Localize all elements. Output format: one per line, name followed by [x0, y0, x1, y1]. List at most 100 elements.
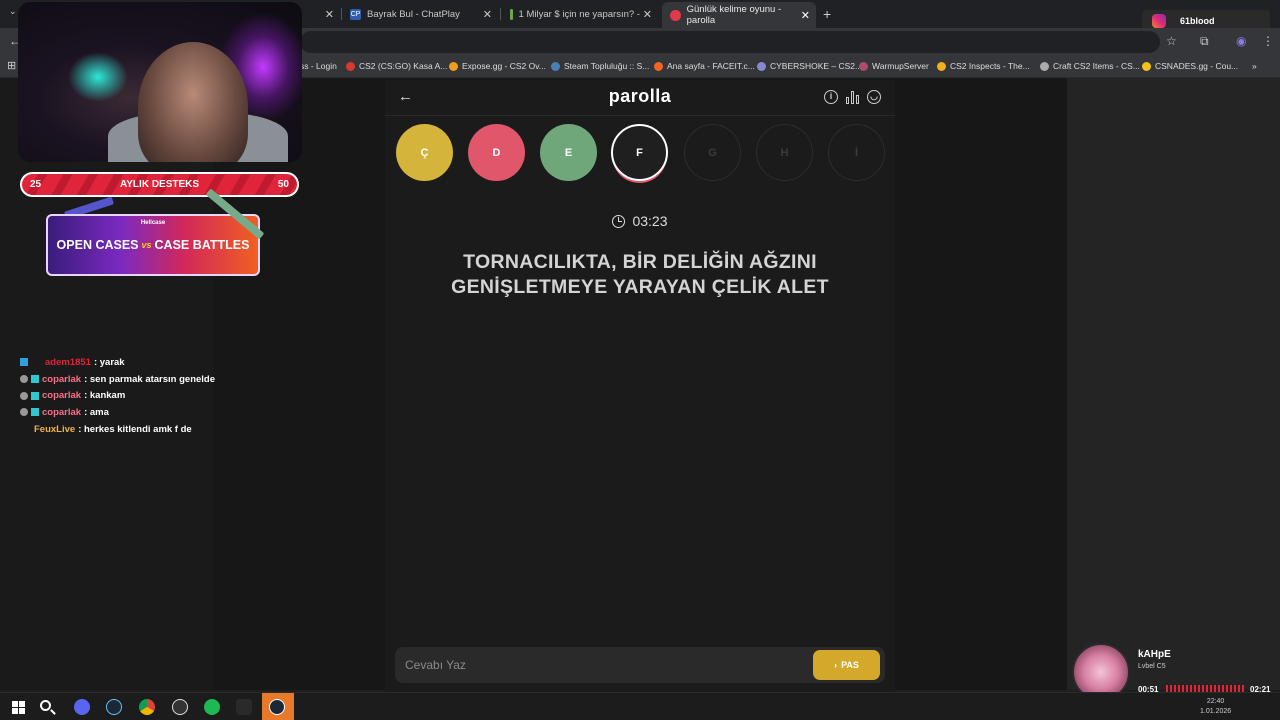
chat-message: adem1851 : yarak [20, 354, 300, 371]
letter-d: D [468, 124, 525, 181]
menu-icon[interactable]: ⋮ [1262, 34, 1274, 48]
steam-icon[interactable] [106, 699, 122, 715]
address-bar[interactable] [300, 31, 1160, 53]
bookmark-4[interactable]: Ana sayfa - FACEIT.c... [654, 61, 755, 71]
chat-message: coparlak : ama [20, 404, 300, 421]
chat-text: : yarak [93, 356, 125, 368]
more-bookmarks[interactable]: » [1252, 61, 1257, 71]
subscriber-badge-icon [31, 391, 39, 400]
search-icon[interactable] [40, 700, 51, 711]
spotify-icon[interactable] [204, 699, 220, 715]
discord-icon[interactable] [74, 699, 90, 715]
star-icon[interactable]: ☆ [1166, 34, 1177, 48]
letter-i-dotted: İ [828, 124, 885, 181]
steam-icon [551, 61, 560, 71]
ad-right-text: CASE BATTLES [154, 238, 250, 252]
apps-icon[interactable]: ⊞ [7, 59, 16, 72]
chat-user: coparlak [42, 373, 82, 385]
clock-icon [612, 214, 626, 228]
letter-e: E [540, 124, 597, 181]
bookmark-9[interactable]: CSNADES.gg - Cou... [1142, 61, 1238, 71]
chat-user: FeuxLive [34, 423, 76, 435]
clock-time: 22:40 [1206, 698, 1225, 705]
chat-user: coparlak [42, 390, 82, 402]
goal-bar: 25 AYLIK DESTEKS 50 [20, 172, 299, 197]
bookmark-2[interactable]: Expose.gg - CS2 Ov... [449, 61, 546, 71]
bookmark-1[interactable]: CS2 (CS:GO) Kasa A... [346, 61, 447, 71]
brand-title: parolla [608, 86, 672, 106]
system-clock[interactable]: 22:40 1.01.2026 [1200, 697, 1231, 717]
chat-text: : herkes kitlendi amk f de [78, 423, 192, 435]
bookmark-icon [1142, 61, 1151, 71]
steam-active-icon[interactable] [269, 699, 285, 715]
page-right-panel [1067, 78, 1280, 690]
chrome-icon[interactable] [139, 699, 155, 715]
chat-user: adem1851 [45, 356, 91, 368]
app-icon[interactable] [236, 699, 252, 715]
subscriber-badge-icon [20, 358, 28, 367]
taskbar: 22:40 1.01.2026 [0, 692, 1280, 720]
mod-badge-icon [20, 408, 28, 417]
subscriber-badge-icon [31, 408, 39, 417]
close-icon[interactable]: ✕ [639, 7, 652, 21]
hellcase-ad: Hellcase OPEN CASES vs CASE BATTLES [46, 214, 260, 276]
chat-text: : ama [84, 406, 109, 418]
app-header: ← parolla i ◡ [385, 80, 895, 116]
timer-value: 03:23 [632, 213, 668, 229]
chat-text: : sen parmak atarsın genelde [84, 373, 216, 385]
close-icon[interactable]: ✕ [483, 8, 492, 21]
extensions-icon[interactable]: ⧉ [1200, 34, 1209, 49]
answer-input[interactable] [395, 647, 805, 683]
windows-start-icon[interactable] [12, 701, 25, 714]
letter-c-cedilla: Ç [396, 124, 453, 181]
new-tab-button[interactable]: + [823, 6, 831, 22]
letter-h: H [756, 124, 813, 181]
screen: ⌄ ✕ CP Bayrak Bul - ChatPlay ✕ 1 Milyar … [0, 0, 1280, 720]
question-text: TORNACILIKTA, BİR DELİĞİN AĞZINI GENİŞLE… [451, 251, 829, 298]
bookmark-3[interactable]: Steam Topluluğu :: S... [551, 61, 649, 71]
bookmark-icon [757, 61, 766, 71]
tab-title: Bayrak Bul - ChatPlay [367, 8, 460, 20]
tab-parolla[interactable]: Günlük kelime oyunu - parolla ✕ [662, 2, 816, 28]
webcam-feed [18, 2, 302, 162]
tab-bayrak-bul[interactable]: CP Bayrak Bul - ChatPlay ✕ [342, 4, 498, 24]
chatplay-icon: CP [350, 8, 361, 20]
bookmark-8[interactable]: Craft CS2 Items - CS... [1040, 61, 1140, 71]
obs-icon[interactable] [172, 699, 188, 715]
profile-icon[interactable]: ◉ [1236, 34, 1246, 48]
mod-badge-icon [20, 391, 28, 400]
tab-0[interactable]: ✕ [300, 4, 340, 24]
tab-favicon-icon [510, 8, 513, 20]
chat-feed: adem1851 : yarak coparlak : sen parmak a… [20, 354, 300, 437]
pass-label: PAS [841, 660, 859, 670]
chat-message: coparlak : sen parmak atarsın genelde [20, 371, 300, 388]
subscriber-badge-icon [31, 375, 39, 384]
song-title: kAHpE [1138, 649, 1171, 660]
parolla-app: ← parolla i ◡ Ç D E F G H İ 03:23 TORNAC… [385, 80, 895, 692]
bookmark-7[interactable]: CS2 Inspects - The... [937, 61, 1030, 71]
chat-message: FeuxLive : herkes kitlendi amk f de [20, 421, 300, 438]
close-icon[interactable]: ✕ [325, 8, 334, 21]
hellcase-logo: Hellcase [140, 220, 166, 226]
letter-g: G [684, 124, 741, 181]
tab-search-icon[interactable]: ⌄ [9, 6, 17, 17]
chat-message: coparlak : kankam [20, 387, 300, 404]
tab-title: 1 Milyar $ için ne yaparsın? - Ti [518, 8, 650, 20]
bookmark-0[interactable]: ss - Login [300, 61, 337, 71]
profile-icon[interactable]: ◡ [867, 90, 881, 104]
parolla-favicon-icon [670, 9, 681, 21]
answer-bar: › PAS [395, 647, 885, 683]
info-icon[interactable]: i [824, 90, 838, 104]
tab-milyar[interactable]: 1 Milyar $ için ne yaparsın? - Ti ✕ [502, 4, 658, 24]
pass-button[interactable]: › PAS [813, 650, 880, 680]
bookmark-6[interactable]: WarmupServer [859, 61, 929, 71]
stats-icon[interactable] [846, 91, 860, 104]
chat-user: coparlak [42, 406, 82, 418]
close-icon[interactable]: ✕ [801, 9, 810, 22]
bookmark-5[interactable]: CYBERSHOKE – CS2... [757, 61, 862, 71]
clock-date: 1.01.2026 [1200, 708, 1232, 715]
song-artist: Lvbel C5 [1138, 663, 1166, 670]
bookmark-icon [449, 61, 458, 71]
timer: 03:23 [385, 213, 895, 229]
bookmark-icon [937, 61, 946, 71]
